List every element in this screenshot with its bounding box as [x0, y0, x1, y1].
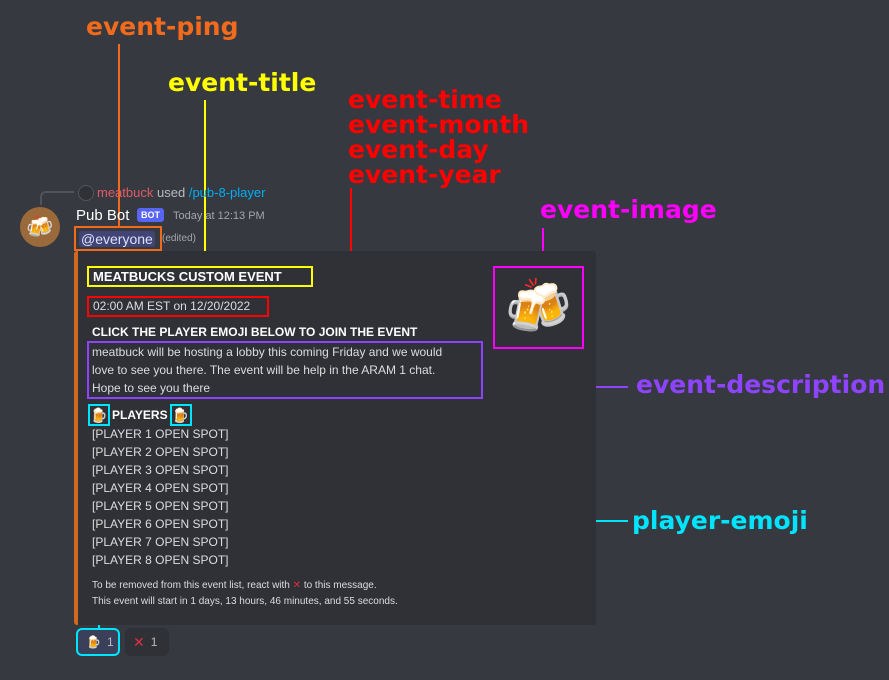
reply-used-text: used — [157, 185, 186, 200]
reply-connector — [40, 191, 74, 205]
cross-mark-icon: ✕ — [292, 580, 302, 591]
event-month-label: event-month — [348, 110, 530, 139]
reply-context[interactable]: meatbuck used /pub-8-player — [97, 185, 265, 200]
cross-mark-icon: ✕ — [133, 633, 145, 650]
edited-marker: (edited) — [162, 233, 196, 244]
reaction-count: 1 — [106, 635, 114, 649]
players-label: PLAYERS — [112, 408, 168, 422]
reply-command[interactable]: /pub-8-player — [189, 185, 266, 200]
event-day-label: event-day — [348, 135, 489, 164]
event-time-label: event-time — [348, 85, 502, 114]
beer-mugs-icon: 🍻 — [26, 214, 54, 239]
bot-badge: BOT — [137, 208, 164, 222]
player-slot: [PLAYER 4 OPEN SPOT] — [92, 481, 229, 495]
event-image[interactable]: 🍻 — [493, 266, 584, 349]
event-countdown: This event will start in 1 days, 13 hour… — [92, 596, 398, 607]
beer-reaction-button[interactable]: 🍺 1 — [76, 628, 120, 656]
description-line: meatbuck will be hosting a lobby this co… — [92, 345, 443, 359]
player-slot: [PLAYER 6 OPEN SPOT] — [92, 517, 229, 531]
player-slot: [PLAYER 5 OPEN SPOT] — [92, 499, 229, 513]
embed-footer: To be removed from this event list, reac… — [92, 578, 398, 610]
join-instructions: CLICK THE PLAYER EMOJI BELOW TO JOIN THE… — [92, 325, 418, 339]
event-description: meatbuck will be hosting a lobby this co… — [87, 341, 483, 399]
event-time: 02:00 AM EST on 12/20/2022 — [87, 296, 269, 317]
event-image-label: event-image — [540, 195, 717, 224]
player-list: [PLAYER 1 OPEN SPOT] [PLAYER 2 OPEN SPOT… — [92, 425, 229, 569]
clinking-beer-mugs-icon: 🍻 — [504, 277, 573, 337]
event-title-connector — [204, 100, 206, 266]
event-year-label: event-year — [348, 160, 501, 189]
event-ping-label: event-ping — [86, 12, 239, 41]
avatar[interactable]: 🍻 — [20, 207, 60, 247]
player-slot: [PLAYER 1 OPEN SPOT] — [92, 427, 229, 441]
beer-icon: 🍺 — [169, 404, 192, 426]
cross-reaction-button[interactable]: ✕ 1 — [125, 628, 169, 656]
player-emoji-label: player-emoji — [632, 506, 808, 535]
beer-icon: 🍺 — [88, 404, 110, 426]
event-title-label: event-title — [168, 68, 317, 97]
timestamp[interactable]: Today at 12:13 PM — [173, 210, 265, 222]
removal-text-b: to this message. — [303, 580, 377, 591]
removal-instructions: To be removed from this event list, reac… — [92, 578, 398, 594]
player-slot: [PLAYER 7 OPEN SPOT] — [92, 535, 229, 549]
beer-icon: 🍺 — [86, 635, 101, 649]
event-title: MEATBUCKS CUSTOM EVENT — [87, 266, 313, 287]
removal-text-a: To be removed from this event list, reac… — [92, 580, 290, 591]
player-slot: [PLAYER 3 OPEN SPOT] — [92, 463, 229, 477]
players-header: 🍺 PLAYERS 🍺 — [88, 403, 192, 427]
player-slot: [PLAYER 8 OPEN SPOT] — [92, 553, 229, 567]
everyone-mention[interactable]: @everyone — [79, 230, 155, 247]
event-description-label: event-description — [636, 370, 886, 399]
description-line: love to see you there. The event will be… — [92, 363, 436, 377]
reply-avatar[interactable] — [78, 185, 94, 201]
description-line: Hope to see you there — [92, 381, 211, 395]
player-slot: [PLAYER 2 OPEN SPOT] — [92, 445, 229, 459]
username[interactable]: Pub Bot — [76, 207, 129, 224]
reply-username[interactable]: meatbuck — [97, 185, 153, 200]
reaction-count: 1 — [150, 635, 158, 649]
event-ping-highlight: @everyone — [74, 226, 162, 251]
